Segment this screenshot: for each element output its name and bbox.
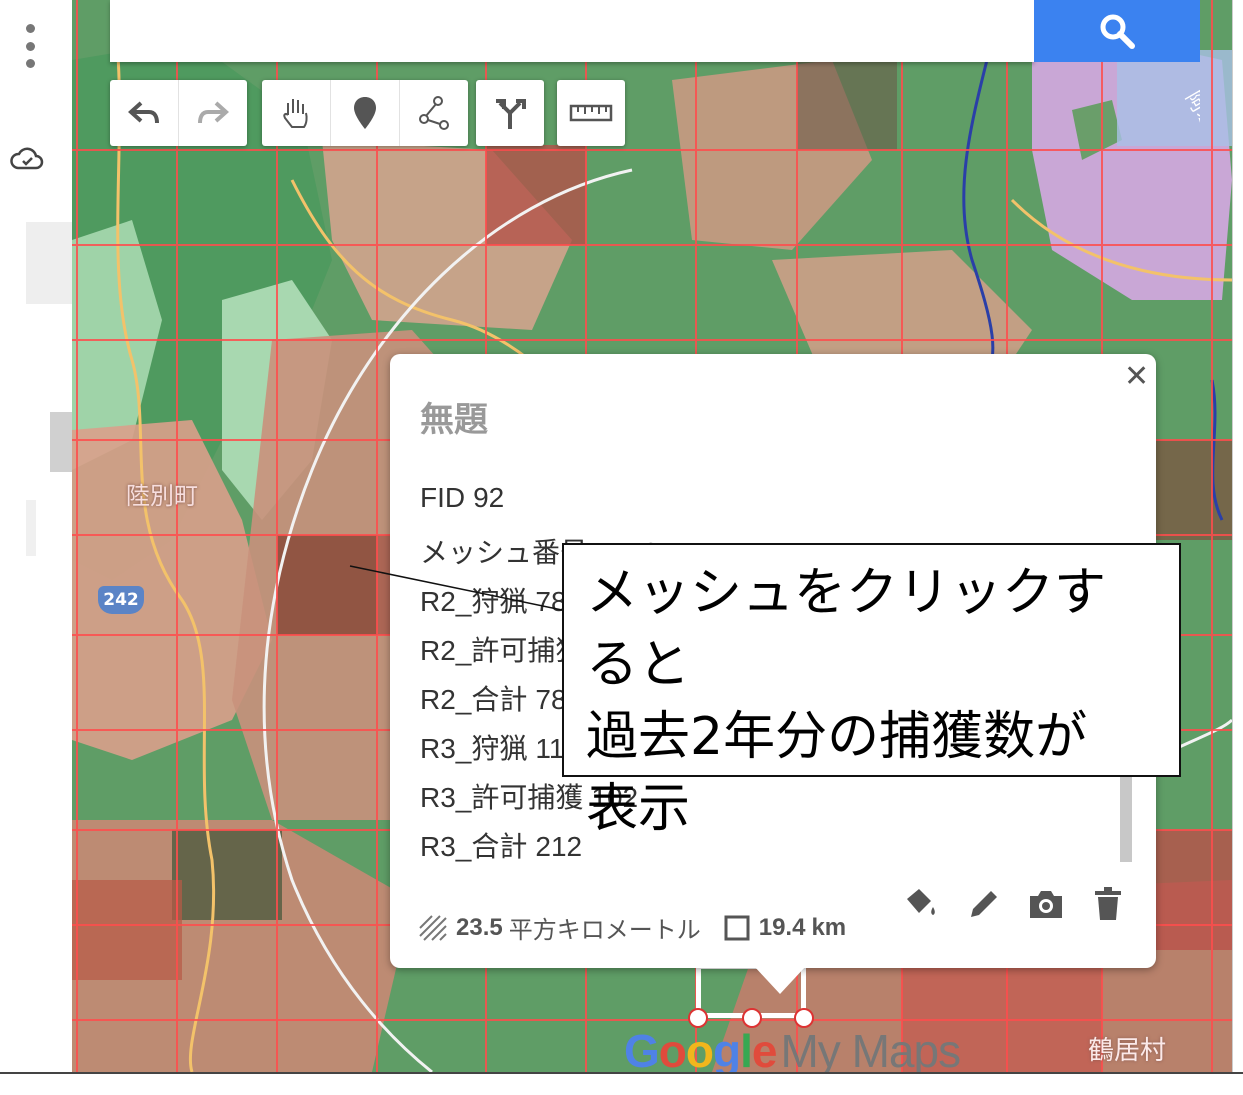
sidebar-divider <box>26 500 36 556</box>
layer-sidebar <box>0 0 72 890</box>
perimeter-value: 19.4 <box>758 913 806 941</box>
attribute-label: FID <box>420 482 466 513</box>
google-my-maps-logo: GoogleMy Maps <box>624 1025 961 1077</box>
sidebar-layer-panel[interactable] <box>26 222 72 304</box>
ruler-icon <box>569 104 613 122</box>
route-badge: 242 <box>98 586 144 614</box>
redo-icon <box>198 101 229 124</box>
sidebar-scrollbar[interactable] <box>50 412 72 472</box>
draw-tools-group <box>262 80 468 146</box>
delete-button[interactable] <box>1088 884 1128 924</box>
close-icon[interactable]: ✕ <box>1124 362 1149 392</box>
attribute-value: 212 <box>535 831 583 862</box>
cloud-sync-icon <box>10 147 44 170</box>
measurement-summary: 23.5 平方キロメートル 19.4 km <box>418 910 846 945</box>
attribute-label: R3_許可捕獲 <box>420 782 584 813</box>
popup-pointer <box>754 966 806 994</box>
callout-line: 過去2年分の捕獲数が <box>586 707 1088 767</box>
measure-button[interactable] <box>557 80 625 146</box>
undo-icon <box>128 101 159 124</box>
callout-line: 表示 <box>586 779 691 839</box>
directions-icon <box>496 99 526 129</box>
pan-tool-button[interactable] <box>262 80 331 146</box>
annotation-callout: メッシュをクリックすると 過去2年分の捕獲数が 表示 <box>562 543 1181 839</box>
camera-icon <box>1030 891 1062 918</box>
area-hatch-icon <box>419 914 447 941</box>
attribute-label: R3_合計 <box>420 831 528 862</box>
more-options-icon[interactable] <box>20 24 40 68</box>
measure-group <box>557 80 625 146</box>
perimeter-square-icon <box>724 915 750 940</box>
window-bottom-edge <box>0 1072 1243 1095</box>
search-button[interactable] <box>1034 0 1200 62</box>
lake-label: 阿寒湖 <box>1181 87 1200 151</box>
village-label: 鶴居村 <box>1088 1035 1167 1065</box>
attribute-label: R2_許可捕獲 <box>420 635 584 666</box>
svg-text:阿寒湖: 阿寒湖 <box>1181 87 1200 151</box>
style-button[interactable] <box>902 884 942 924</box>
add-marker-button[interactable] <box>331 80 400 146</box>
popup-actions <box>902 884 1128 924</box>
pencil-icon <box>971 891 997 917</box>
directions-group <box>476 80 544 146</box>
add-directions-button[interactable] <box>476 80 544 146</box>
marker-icon <box>354 97 376 129</box>
callout-line: メッシュをクリックすると <box>586 563 1107 695</box>
undo-redo-group <box>110 80 247 146</box>
search-input[interactable] <box>122 0 1026 60</box>
attribute-label: R2_狩猟 <box>420 586 528 617</box>
undo-button[interactable] <box>110 80 179 146</box>
draw-line-button[interactable] <box>400 80 468 146</box>
attribute-label: R2_合計 <box>420 684 528 715</box>
attribute-value: 92 <box>473 482 505 513</box>
add-photo-button[interactable] <box>1026 884 1066 924</box>
draw-line-icon <box>419 96 449 130</box>
window-edge <box>1232 0 1243 1072</box>
search-icon <box>1100 14 1135 49</box>
area-value: 23.5 <box>456 913 503 941</box>
popup-title: 無題 <box>420 400 488 440</box>
paint-bucket-icon <box>907 889 935 915</box>
attribute-label: R3_狩猟 <box>420 733 528 764</box>
redo-button[interactable] <box>179 80 247 146</box>
trash-icon <box>1095 887 1121 920</box>
town-label: 陸別町 <box>126 483 198 510</box>
hand-icon <box>283 99 308 128</box>
area-unit: 平方キロメートル <box>508 917 701 944</box>
attribute-row: FID 92 <box>420 482 1120 531</box>
edit-button[interactable] <box>964 884 1004 924</box>
perimeter-unit: km <box>811 913 847 941</box>
search-bar[interactable] <box>110 0 1034 62</box>
